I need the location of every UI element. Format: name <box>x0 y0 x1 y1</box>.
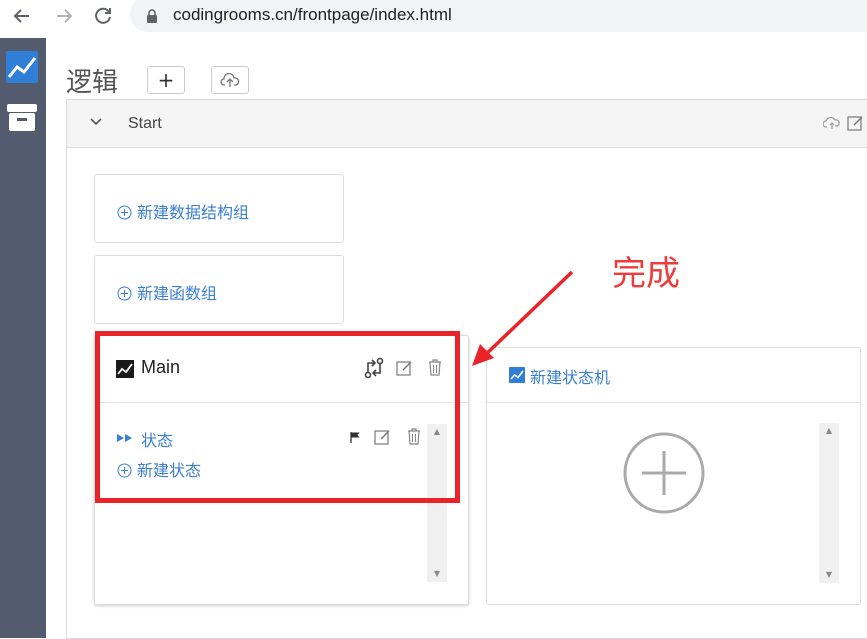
scrollbar[interactable]: ▲ ▼ <box>819 423 839 583</box>
panel-title: Start <box>128 115 162 132</box>
cloud-upload-icon <box>220 72 240 87</box>
upload-button[interactable] <box>211 66 249 94</box>
plus-circle-icon <box>117 205 132 220</box>
chart-icon[interactable] <box>5 50 39 84</box>
scroll-down-arrow[interactable]: ▼ <box>427 568 447 580</box>
highlight-box <box>95 331 460 503</box>
url-text[interactable]: codingrooms.cn/frontpage/index.html <box>173 5 452 25</box>
plus-circle-icon <box>117 286 132 301</box>
back-icon[interactable] <box>10 4 34 28</box>
edit-icon[interactable] <box>847 114 865 132</box>
new-struct-group-label: 新建数据结构组 <box>137 203 250 222</box>
page-title: 逻辑 <box>66 68 119 98</box>
lock-icon <box>147 9 157 23</box>
annotation-text: 完成 <box>612 254 680 294</box>
add-button[interactable]: + <box>147 66 185 94</box>
panel-header[interactable]: Start <box>67 100 867 148</box>
browser-toolbar: codingrooms.cn/frontpage/index.html <box>0 0 867 32</box>
cloud-upload-icon[interactable] <box>823 114 841 132</box>
scroll-down-arrow[interactable]: ▼ <box>819 569 839 581</box>
new-struct-group-card[interactable]: 新建数据结构组 <box>94 174 344 243</box>
scroll-up-arrow[interactable]: ▲ <box>819 425 839 437</box>
forward-icon[interactable] <box>52 4 76 28</box>
new-function-group-card[interactable]: 新建函数组 <box>94 255 344 324</box>
inbox-icon[interactable] <box>5 100 39 134</box>
new-state-machine-card: 新建状态机 ▲ ▼ <box>486 347 861 605</box>
reload-icon[interactable] <box>91 4 115 28</box>
card-divider <box>487 402 860 403</box>
new-struct-group-link[interactable]: 新建数据结构组 <box>117 199 249 223</box>
new-function-group-link[interactable]: 新建函数组 <box>117 280 217 304</box>
app-sidebar <box>0 38 46 638</box>
arrow-annotation <box>472 270 574 366</box>
chevron-down-icon[interactable] <box>89 114 103 128</box>
new-function-group-label: 新建函数组 <box>137 284 218 303</box>
add-circle-icon[interactable] <box>622 431 706 515</box>
